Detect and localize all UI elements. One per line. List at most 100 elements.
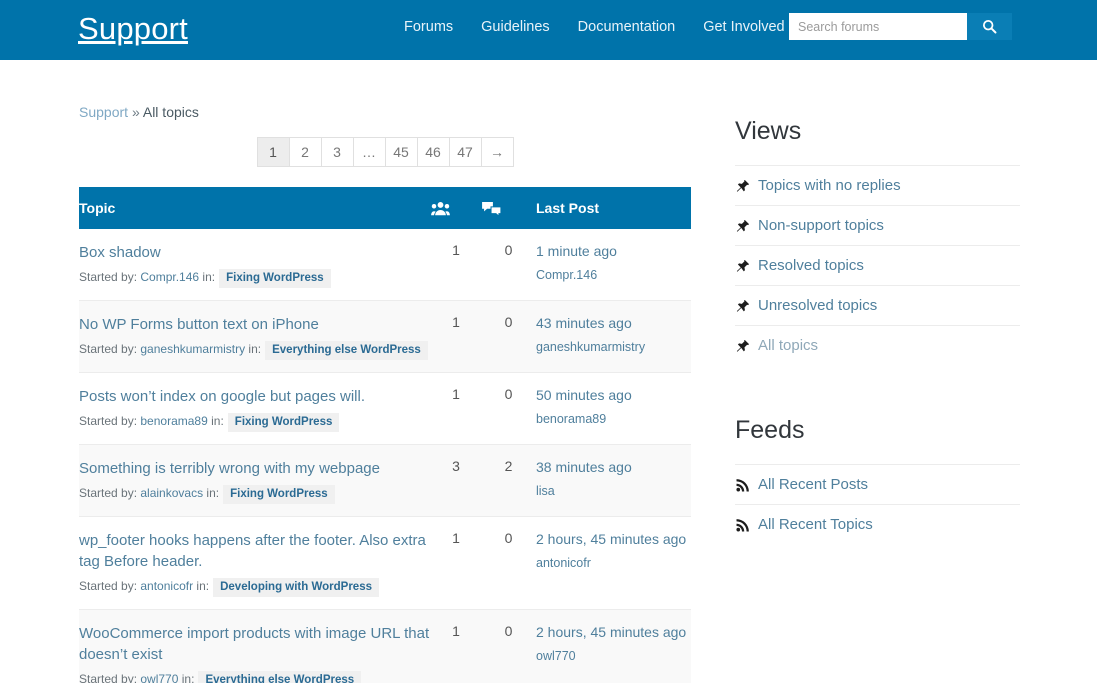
- last-post-time-link[interactable]: 50 minutes ago: [536, 386, 691, 405]
- last-post-time-link[interactable]: 2 hours, 45 minutes ago: [536, 623, 691, 642]
- in-label: in:: [181, 672, 195, 683]
- feed-link[interactable]: All Recent Topics: [758, 515, 873, 535]
- view-item[interactable]: Unresolved topics: [735, 285, 1020, 325]
- topic-author-link[interactable]: Compr.146: [140, 270, 199, 284]
- view-item[interactable]: Topics with no replies: [735, 165, 1020, 205]
- main-content: 1 2 3 … 45 46 47 → Topic Last Post Box s…: [79, 137, 691, 683]
- view-link[interactable]: Topics with no replies: [758, 176, 901, 196]
- last-post-time-link[interactable]: 38 minutes ago: [536, 458, 691, 477]
- topic-author-link[interactable]: ganeshkumarmistry: [140, 342, 245, 356]
- topic-title-link[interactable]: WooCommerce import products with image U…: [79, 623, 431, 665]
- voices-count: 1: [452, 530, 460, 546]
- people-group-icon: [431, 200, 450, 216]
- topic-meta: Started by: Compr.146 in: Fixing WordPres…: [79, 268, 431, 288]
- view-link[interactable]: Unresolved topics: [758, 296, 877, 316]
- forum-badge[interactable]: Fixing WordPress: [227, 413, 340, 432]
- topic-meta: Started by: ganeshkumarmistry in: Everyth…: [79, 340, 431, 360]
- last-post-cell: 38 minutes ago lisa: [536, 445, 691, 517]
- replies-count: 0: [504, 530, 513, 546]
- forum-badge[interactable]: Everything else WordPress: [198, 671, 362, 683]
- last-post-author-link[interactable]: lisa: [536, 483, 691, 500]
- column-header-last-post[interactable]: Last Post: [536, 187, 691, 229]
- started-by-label: Started by:: [79, 672, 138, 683]
- last-post-cell: 50 minutes ago benorama89: [536, 373, 691, 445]
- forum-badge[interactable]: Developing with WordPress: [213, 578, 379, 597]
- view-item[interactable]: Resolved topics: [735, 245, 1020, 285]
- breadcrumb: Support » All topics: [79, 103, 199, 121]
- views-list: Topics with no replies Non-support topics…: [735, 165, 1020, 365]
- breadcrumb-root-link[interactable]: Support: [79, 104, 128, 120]
- search-form: [789, 13, 1012, 40]
- forum-badge[interactable]: Everything else WordPress: [265, 341, 428, 360]
- table-row: WooCommerce import products with image U…: [79, 609, 691, 683]
- nav-guidelines[interactable]: Guidelines: [481, 17, 550, 37]
- search-input[interactable]: [789, 13, 967, 40]
- site-title[interactable]: Support: [78, 8, 188, 50]
- pagination-page-3[interactable]: 3: [322, 138, 354, 166]
- topic-meta: Started by: alainkovacs in: Fixing WordPr…: [79, 484, 431, 504]
- pagination: 1 2 3 … 45 46 47 →: [79, 137, 691, 167]
- voices-count: 1: [452, 242, 460, 258]
- nav-get-involved[interactable]: Get Involved: [703, 17, 784, 37]
- in-label: in:: [196, 579, 210, 593]
- forum-badge[interactable]: Fixing WordPress: [219, 269, 331, 288]
- feed-item[interactable]: All Recent Topics: [735, 504, 1020, 544]
- last-post-time-link[interactable]: 1 minute ago: [536, 242, 691, 261]
- nav-documentation[interactable]: Documentation: [578, 17, 676, 37]
- topic-author-link[interactable]: alainkovacs: [140, 486, 203, 500]
- feed-link[interactable]: All Recent Posts: [758, 475, 868, 495]
- replies-count: 0: [504, 314, 513, 330]
- started-by-label: Started by:: [79, 486, 138, 500]
- topic-author-link[interactable]: antonicofr: [140, 579, 193, 593]
- last-post-cell: 43 minutes ago ganeshkumarmistry: [536, 301, 691, 373]
- topic-cell: Something is terribly wrong with my webp…: [79, 445, 431, 517]
- pagination-page-45[interactable]: 45: [386, 138, 418, 166]
- pagination-page-2[interactable]: 2: [290, 138, 322, 166]
- in-label: in:: [248, 342, 262, 356]
- view-link[interactable]: All topics: [758, 336, 818, 356]
- column-header-voices[interactable]: [431, 187, 481, 229]
- topic-cell: No WP Forms button text on iPhone Started…: [79, 301, 431, 373]
- topic-meta: Started by: owl770 in: Everything else Wo…: [79, 670, 431, 683]
- topic-cell: wp_footer hooks happens after the footer…: [79, 517, 431, 610]
- topic-title-link[interactable]: wp_footer hooks happens after the footer…: [79, 530, 431, 572]
- rss-icon: [735, 518, 750, 532]
- view-link[interactable]: Resolved topics: [758, 256, 864, 276]
- pagination-next-button[interactable]: →: [482, 138, 514, 166]
- last-post-time-link[interactable]: 43 minutes ago: [536, 314, 691, 333]
- topic-cell: Posts won’t index on google but pages wi…: [79, 373, 431, 445]
- site-header: Support Forums Guidelines Documentation …: [0, 0, 1097, 60]
- topic-author-link[interactable]: owl770: [140, 672, 178, 683]
- feed-item[interactable]: All Recent Posts: [735, 464, 1020, 504]
- last-post-author-link[interactable]: owl770: [536, 648, 691, 665]
- column-header-topic[interactable]: Topic: [79, 187, 431, 229]
- topics-table-header: Topic Last Post: [79, 187, 691, 229]
- view-link[interactable]: Non-support topics: [758, 216, 884, 236]
- topic-author-link[interactable]: benorama89: [140, 414, 207, 428]
- table-row: No WP Forms button text on iPhone Started…: [79, 300, 691, 373]
- last-post-author-link[interactable]: ganeshkumarmistry: [536, 339, 691, 356]
- topic-cell: Box shadow Started by: Compr.146 in: Fixin…: [79, 229, 431, 301]
- topic-title-link[interactable]: Posts won’t index on google but pages wi…: [79, 386, 431, 407]
- last-post-author-link[interactable]: antonicofr: [536, 555, 691, 572]
- last-post-cell: 2 hours, 45 minutes ago antonicofr: [536, 517, 691, 610]
- pagination-page-46[interactable]: 46: [418, 138, 450, 166]
- pagination-page-47[interactable]: 47: [450, 138, 482, 166]
- search-submit-button[interactable]: [967, 13, 1012, 40]
- pushpin-icon: [735, 339, 750, 353]
- view-item[interactable]: All topics: [735, 325, 1020, 365]
- view-item[interactable]: Non-support topics: [735, 205, 1020, 245]
- column-header-replies[interactable]: [481, 187, 536, 229]
- topic-title-link[interactable]: Box shadow: [79, 242, 431, 263]
- last-post-author-link[interactable]: Compr.146: [536, 267, 691, 284]
- pagination-page-1[interactable]: 1: [257, 138, 290, 166]
- table-row: wp_footer hooks happens after the footer…: [79, 516, 691, 610]
- nav-forums[interactable]: Forums: [404, 17, 453, 37]
- table-row: Posts won’t index on google but pages wi…: [79, 372, 691, 445]
- last-post-author-link[interactable]: benorama89: [536, 411, 691, 428]
- last-post-time-link[interactable]: 2 hours, 45 minutes ago: [536, 530, 691, 549]
- topic-title-link[interactable]: No WP Forms button text on iPhone: [79, 314, 431, 335]
- topic-title-link[interactable]: Something is terribly wrong with my webp…: [79, 458, 431, 479]
- started-by-label: Started by:: [79, 270, 138, 284]
- forum-badge[interactable]: Fixing WordPress: [223, 485, 335, 504]
